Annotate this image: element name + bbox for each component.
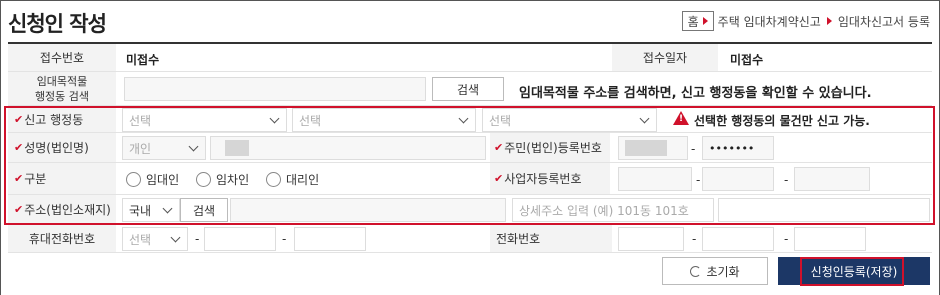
refresh-icon	[690, 265, 702, 277]
property-district-label-line1: 임대목적물	[36, 74, 88, 88]
reset-label: 초기화	[706, 264, 740, 279]
mobile-prefix-select[interactable]: 선택	[122, 227, 188, 251]
phone-input-3[interactable]	[794, 227, 866, 251]
page-title: 신청인 작성	[8, 12, 107, 36]
breadcrumb-level1[interactable]: 주택 임대차계약신고	[718, 13, 821, 30]
mobile-input-2[interactable]	[204, 227, 276, 251]
phone-dash-2: -	[784, 232, 789, 246]
receipt-date-value: 미접수	[730, 53, 764, 67]
breadcrumb: 홈 주택 임대차계약신고 임대차신고서 등록	[681, 11, 930, 31]
mobile-dash-1: -	[195, 232, 200, 246]
home-label: 홈	[687, 14, 699, 29]
receipt-date-label: 접수일자	[612, 44, 718, 71]
phone-input-2[interactable]	[702, 227, 774, 251]
phone-label: 전화번호	[490, 225, 612, 252]
phone-row: 휴대전화번호 선택 - - 전화번호 - -	[8, 225, 932, 253]
chevron-down-icon	[170, 232, 181, 243]
mobile-dash-2: -	[282, 232, 287, 246]
mobile-label: 휴대전화번호	[8, 225, 116, 252]
reset-button[interactable]: 초기화	[662, 257, 768, 285]
phone-dash-1: -	[692, 232, 697, 246]
home-button[interactable]: 홈	[681, 11, 714, 31]
chevron-right-icon	[826, 17, 832, 25]
property-district-notice: 임대목적물 주소를 검색하면, 신고 행정동을 확인할 수 있습니다.	[519, 86, 872, 101]
mobile-input-3[interactable]	[294, 227, 366, 251]
play-icon	[702, 17, 708, 25]
receipt-no-value: 미접수	[126, 53, 160, 67]
property-search-button[interactable]: 검색	[432, 77, 504, 101]
property-district-input[interactable]	[124, 77, 426, 101]
breadcrumb-level2[interactable]: 임대차신고서 등록	[838, 13, 930, 30]
phone-input-1[interactable]	[618, 227, 684, 251]
save-button-highlight	[800, 257, 904, 286]
receipt-no-label: 접수번호	[8, 44, 116, 71]
property-district-label-line2: 행정동 검색	[34, 89, 90, 103]
required-fields-highlight	[4, 106, 935, 225]
mobile-prefix-value: 선택	[129, 232, 152, 247]
property-district-label: 임대목적물 행정동 검색	[8, 72, 116, 105]
receipt-row: 접수번호 미접수 접수일자 미접수	[8, 44, 932, 72]
property-district-row: 임대목적물 행정동 검색 검색 임대목적물 주소를 검색하면, 신고 행정동을 …	[8, 72, 932, 106]
